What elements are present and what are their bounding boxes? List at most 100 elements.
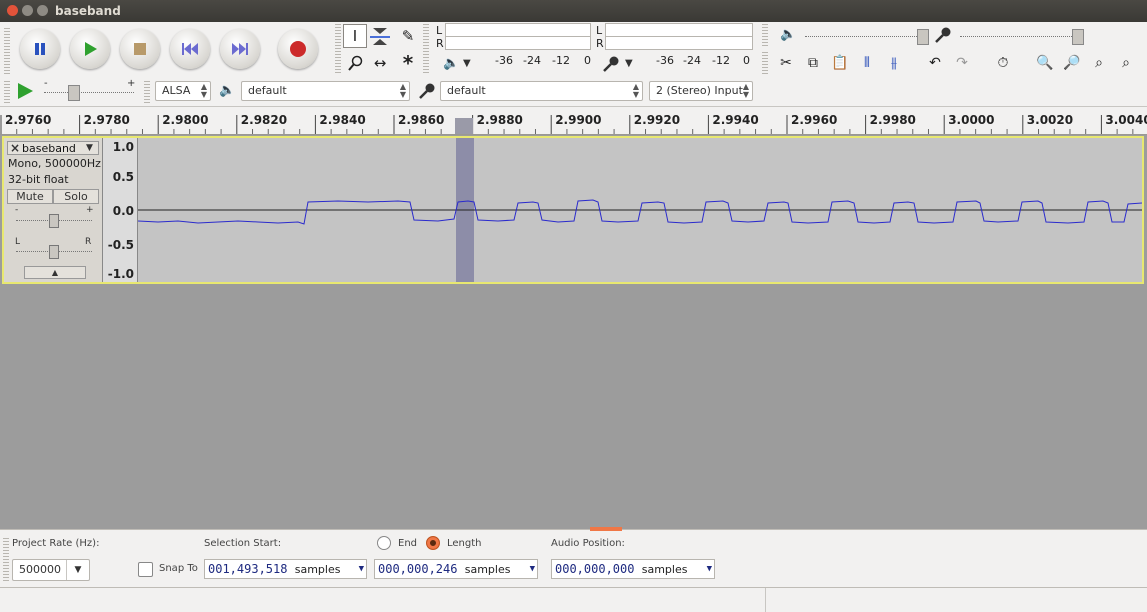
gain-minus: - [15,205,19,215]
record-meter-menu-icon[interactable]: ▼ [625,58,633,69]
audio-track[interactable]: × baseband ▼ Mono, 500000Hz 32-bit float… [2,136,1144,284]
toolbar-area: I ✎ ↔ * L R L R 🔈 ▼ -36 -24 -12 0 ▼ -36 … [0,22,1147,107]
record-volume-thumb[interactable] [1072,29,1084,45]
stopwatch-icon: ⏱ [997,55,1009,71]
track-close-button[interactable]: × [10,141,20,155]
meter-tick: -12 [712,54,730,67]
project-rate-select[interactable]: 500000 ▼ [12,559,90,581]
zoom-in-button[interactable]: 🔍 [1034,52,1056,74]
envelope-icon [370,28,390,45]
vruler-label: 0.0 [112,204,134,218]
trim-button[interactable]: ⫴ [856,52,878,74]
i-beam-icon: I [352,27,358,45]
minimize-window-button[interactable] [22,5,33,16]
record-volume-slider[interactable] [960,36,1080,39]
play-icon [85,42,97,56]
selection-start-field[interactable]: 001,493,518 samples ▼ [204,559,367,579]
vertical-ruler[interactable]: 1.0 0.5 0.0 -0.5 -1.0 [103,138,138,282]
playback-meter-menu-icon[interactable]: ▼ [463,58,471,69]
vruler-label: 1.0 [112,140,134,154]
spin-arrows-icon: ▲ ▼ [200,82,207,99]
pause-icon [35,43,45,55]
ruler-selection-marker [455,118,473,134]
stop-button[interactable] [120,29,160,69]
play-speed-thumb[interactable] [68,85,80,101]
ruler-ticks: 2.9760 2.9780 2.9800 2.9820 2.9840 2.9860 2.98… [0,113,1147,134]
selection-grip[interactable] [3,536,9,582]
paste-button[interactable]: 📋 [829,52,851,74]
playback-volume-slider[interactable] [805,36,925,39]
device-grip[interactable] [144,79,150,103]
record-meter-left[interactable] [605,23,753,37]
vruler-label: 0.5 [112,170,134,184]
envelope-tool[interactable] [368,24,392,48]
close-window-button[interactable] [7,5,18,16]
track-name-bar[interactable]: × baseband ▼ [7,141,99,155]
resize-handle[interactable] [590,527,622,531]
sync-lock-button[interactable]: ⏱ [992,52,1014,74]
playback-volume-thumb[interactable] [917,29,929,45]
snap-to-checkbox[interactable] [138,562,153,577]
record-button[interactable] [278,29,318,69]
end-label: End [398,538,418,549]
transport-grip[interactable] [4,26,10,74]
silence-button[interactable]: ⫵ [883,52,905,74]
gain-thumb[interactable] [49,214,59,228]
meter-grip[interactable] [423,22,429,74]
waveform-area[interactable] [138,138,1142,282]
mixer-grip[interactable] [762,22,768,46]
solo-button[interactable]: Solo [53,189,99,204]
time-shift-tool[interactable]: ↔ [368,51,392,75]
record-meter-right[interactable] [605,36,753,50]
gain-plus: + [86,205,94,215]
cut-button[interactable]: ✂ [775,52,797,74]
fit-selection-button[interactable]: ⌕ [1088,52,1110,74]
maximize-window-button[interactable] [37,5,48,16]
play-at-speed-grip[interactable] [4,79,10,103]
input-device-value: default [447,84,486,97]
edit-grip[interactable] [762,50,768,74]
audio-host-select[interactable]: ALSA ▲ ▼ [155,81,211,101]
input-device-icon [417,82,437,103]
end-radio[interactable] [377,536,391,550]
zoom-tool[interactable] [343,51,367,75]
play-speed-slider[interactable] [44,92,134,95]
redo-button[interactable]: ↷ [951,52,973,74]
rec-meter-right-label: R [596,37,604,50]
playback-meter-right[interactable] [445,36,591,50]
pan-thumb[interactable] [49,245,59,259]
trim-audio-icon: ⫴ [864,55,870,71]
track-menu-arrow-icon[interactable]: ▼ [86,143,93,153]
speaker-icon[interactable]: 🔈 [443,56,459,71]
playback-meter-left[interactable] [445,23,591,37]
length-radio[interactable] [426,536,440,550]
mute-button[interactable]: Mute [7,189,53,204]
skip-to-start-button[interactable] [170,29,210,69]
audio-position-field[interactable]: 000,000,000 samples ▼ [551,559,715,579]
collapse-track-button[interactable]: ▲ [24,266,86,279]
undo-button[interactable]: ↶ [924,52,946,74]
tools-grip[interactable] [335,22,341,74]
draw-tool[interactable]: ✎ [396,24,420,48]
play-at-speed-button[interactable] [15,81,35,104]
copy-button[interactable]: ⧉ [802,52,824,74]
skip-to-end-button[interactable] [220,29,260,69]
zoom-out-button[interactable]: 🔎 [1061,52,1083,74]
ruler-label: 2.9980 [870,113,916,127]
copy-icon: ⧉ [808,55,818,71]
microphone-icon[interactable] [601,55,621,76]
multi-tool[interactable]: * [396,51,420,75]
spin-arrows-icon: ▲ ▼ [742,82,749,99]
pause-button[interactable] [20,29,60,69]
output-device-select[interactable]: default ▲ ▼ [241,81,410,101]
fit-project-button[interactable]: ⌕ [1115,52,1137,74]
input-channels-select[interactable]: 2 (Stereo) Input ▲ ▼ [649,81,753,101]
spin-arrows-icon: ▲ ▼ [632,82,639,99]
selection-length-field[interactable]: 000,000,246 samples ▼ [374,559,538,579]
timeline-ruler[interactable]: 2.9760 2.9780 2.9800 2.9820 2.9840 2.9860 2.98… [0,107,1147,135]
ruler-label: 2.9960 [791,113,837,127]
selection-tool[interactable]: I [343,24,367,48]
dropdown-arrow-icon: ▼ [66,560,89,580]
play-button[interactable] [70,29,110,69]
input-device-select[interactable]: default ▲ ▼ [440,81,643,101]
